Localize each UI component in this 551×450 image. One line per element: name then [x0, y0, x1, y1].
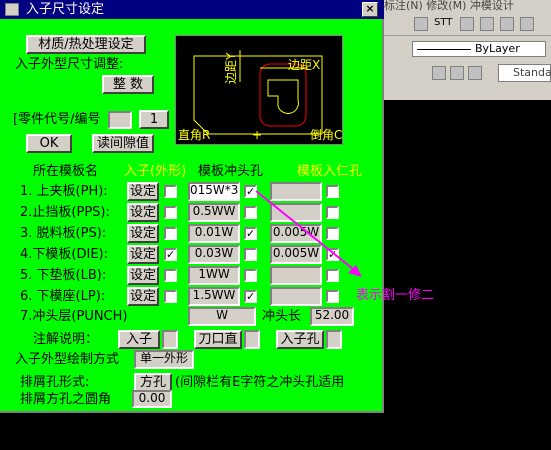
set-checkbox[interactable] — [164, 290, 177, 303]
toolbar-icon[interactable] — [500, 17, 514, 31]
annotation-arrow — [255, 190, 362, 277]
note-hole-button[interactable]: 入子孔 — [276, 330, 324, 349]
hole-form-label: 排屑孔形式: — [20, 375, 90, 390]
insert-hole-header: 模板入仁孔 — [297, 164, 363, 179]
note-hole-toggle[interactable] — [326, 330, 342, 349]
set-checkbox[interactable]: ✓ — [164, 248, 177, 261]
toolbar-icon[interactable] — [460, 17, 474, 31]
insert-hole — [259, 63, 307, 127]
set-button[interactable]: 设定 — [127, 266, 159, 285]
material-button[interactable]: 材质/热处理设定 — [26, 35, 146, 54]
note-insert-button[interactable]: 入子 — [118, 330, 160, 349]
edge-x-label: 边距X — [288, 58, 321, 72]
app-icon — [5, 3, 19, 16]
toolbar-icon[interactable] — [468, 66, 482, 80]
background-toolbar-2 — [384, 62, 498, 84]
shape-value-field[interactable]: 0.03W — [188, 245, 240, 264]
row-name: 2.止挡板(PPS): — [20, 205, 110, 220]
hole-radius-field[interactable]: 0.00 — [132, 390, 172, 408]
toolbar-icon[interactable] — [520, 17, 534, 31]
background-menu-bar: 标注(N) 修改(M) 冲模设计 — [384, 0, 551, 12]
insert-shape-header: 入子(外形) — [124, 164, 187, 179]
toolbar-icon[interactable] — [480, 17, 494, 31]
shape-value-field[interactable]: 0.5WW — [188, 203, 240, 222]
set-button[interactable]: 设定 — [127, 182, 159, 201]
note-edge-toggle[interactable] — [244, 330, 260, 349]
center-mark: + — [252, 128, 263, 142]
note-edge-button[interactable]: 刀口直 — [194, 330, 242, 349]
punch-hole-header: 模板冲头孔 — [198, 164, 264, 179]
set-checkbox[interactable] — [164, 206, 177, 219]
toolbar-icon[interactable] — [432, 66, 446, 80]
toolbar-icon[interactable] — [450, 66, 464, 80]
text-style-select[interactable]: Standa — [498, 64, 551, 82]
set-button[interactable]: 设定 — [127, 245, 159, 264]
punch-layer-label: 7.冲头层(PUNCH) — [20, 309, 128, 324]
set-button[interactable]: 设定 — [127, 224, 159, 243]
ok-button[interactable]: OK — [26, 134, 72, 153]
row-name: 4.下模板(DIE): — [20, 247, 108, 262]
set-checkbox[interactable] — [164, 227, 177, 240]
row-name: 5. 下垫板(LB): — [20, 268, 107, 283]
hole-form-note: (间隙栏有E字符之冲头孔适用 — [175, 375, 345, 390]
integer-button[interactable]: 整 数 — [102, 75, 154, 94]
template-name-header: 所在模板名 — [33, 164, 99, 179]
punch-shape — [267, 79, 299, 114]
close-button[interactable]: × — [362, 2, 378, 17]
toolbar-icon[interactable] — [414, 17, 428, 31]
hole-radius-label: 排屑方孔之圆角 — [20, 392, 112, 407]
shape-value-field[interactable]: 1WW — [188, 266, 240, 285]
annotation-text: 表示割一修二 — [356, 288, 435, 303]
draw-mode-field[interactable]: 单一外形 — [134, 350, 194, 369]
linetype-select[interactable]: ByLayer — [412, 41, 546, 57]
set-checkbox[interactable] — [164, 185, 177, 198]
row-name: 3. 脱料板(PS): — [20, 226, 107, 241]
chamfer-label: 倒角C — [310, 128, 343, 142]
edge-y-label: 边距Y — [224, 52, 238, 84]
part-number-field[interactable]: 1 — [139, 110, 169, 129]
row-name: 1. 上夹板(PH): — [20, 184, 108, 199]
shape-value-field[interactable]: 0.01W — [188, 224, 240, 243]
punch-layer-field[interactable]: W — [188, 307, 256, 326]
row-name: 6. 下模座(LP): — [20, 289, 106, 304]
draw-mode-label: 入子外型绘制方式 — [15, 352, 120, 367]
stt-icon[interactable]: STT — [434, 17, 456, 31]
punch-length-label: 冲头长 — [262, 309, 302, 324]
read-gap-button[interactable]: 读间隙值 — [92, 134, 154, 153]
corner-r-label: 直角R — [178, 128, 211, 142]
notes-label: 注解说明： — [33, 332, 99, 347]
set-button[interactable]: 设定 — [127, 203, 159, 222]
background-toolbar: STT — [384, 14, 551, 36]
note-insert-toggle[interactable] — [162, 330, 178, 349]
shape-adjust-label: 入子外型尺寸调整: — [15, 57, 124, 72]
shape-value-field[interactable]: 015W*3 — [188, 182, 240, 201]
set-button[interactable]: 设定 — [127, 287, 159, 306]
dialog-title: 入子尺寸设定 — [0, 0, 384, 19]
line-preview-icon — [417, 48, 471, 50]
part-code-field[interactable] — [108, 111, 132, 129]
part-code-label: [零件代号/编号 — [13, 112, 101, 127]
shape-value-field[interactable]: 1.5WW — [188, 287, 240, 306]
punch-length-field[interactable]: 52.00 — [310, 307, 354, 326]
set-checkbox[interactable] — [164, 269, 177, 282]
